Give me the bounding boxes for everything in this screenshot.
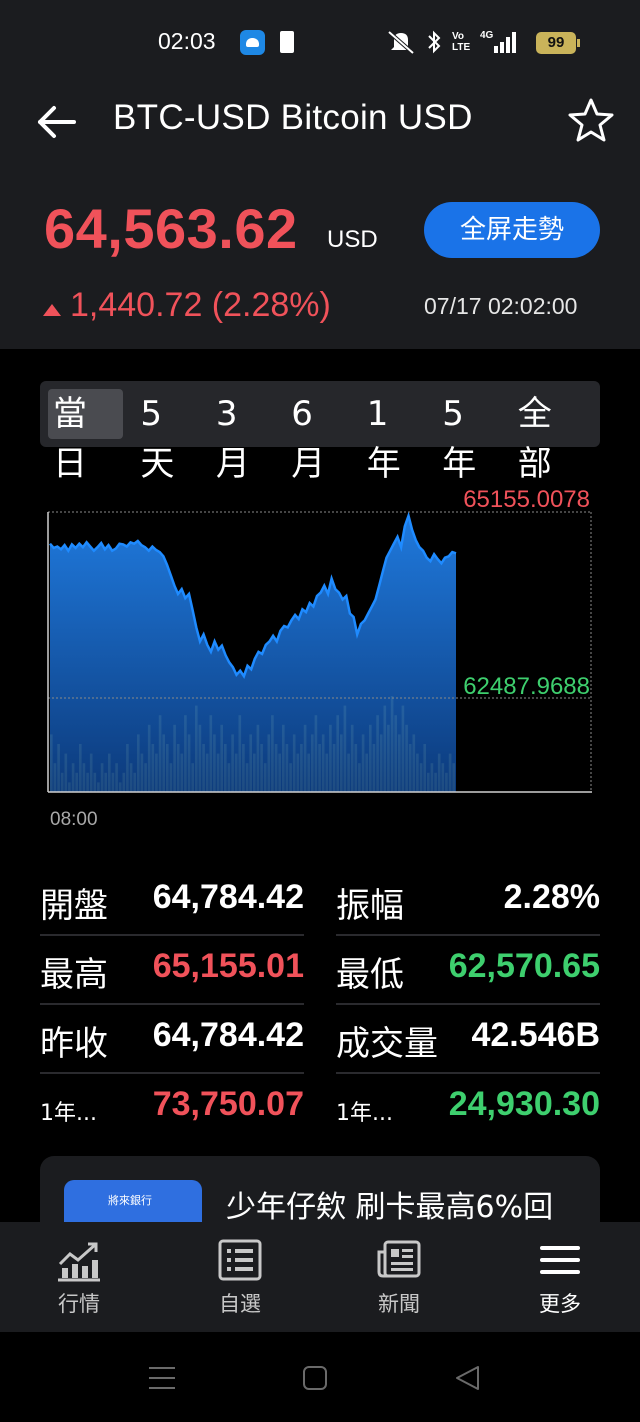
price-area xyxy=(50,515,456,792)
battery-icon: 99 xyxy=(536,32,580,54)
nav-label: 行情 xyxy=(58,1292,100,1316)
list-icon xyxy=(218,1239,262,1281)
nav-label: 新聞 xyxy=(378,1292,420,1316)
tab-3m[interactable]: 3月 xyxy=(211,389,274,484)
tab-6m[interactable]: 6月 xyxy=(286,389,349,484)
stat-label: 1年... xyxy=(336,1101,393,1126)
stat-label: 最低 xyxy=(336,955,404,995)
system-nav-bar xyxy=(0,1332,640,1422)
current-price: 64,563.62 xyxy=(44,197,298,260)
stat-value: 73,750.07 xyxy=(152,1085,304,1123)
ad-text: 少年仔欸 刷卡最高6%回 xyxy=(226,1190,554,1225)
x-tick-label: 08:00 xyxy=(50,809,98,830)
stat-label: 振幅 xyxy=(336,886,404,926)
stat-value: 62,570.65 xyxy=(448,947,600,985)
status-bar: 02:03 Vo LTE 4G 99 xyxy=(0,0,640,84)
nav-label: 自選 xyxy=(219,1292,261,1316)
stat-volume: 成交量 42.546B xyxy=(336,1004,600,1074)
stat-value: 64,784.42 xyxy=(152,878,304,916)
nav-label: 更多 xyxy=(539,1292,581,1316)
news-icon xyxy=(377,1240,421,1278)
bluetooth-icon xyxy=(428,30,441,54)
fullscreen-chart-button[interactable]: 全屏走勢 xyxy=(424,202,600,258)
period-tabs: 當日 5天 3月 6月 1年 5年 全部 xyxy=(40,381,600,484)
recent-apps-icon[interactable] xyxy=(148,1365,176,1391)
page-title: BTC-USD Bitcoin USD xyxy=(113,98,473,137)
svg-text:4G: 4G xyxy=(480,30,494,41)
price-chart[interactable]: 65155.0078 62487.9688 08:00 xyxy=(0,480,640,840)
nav-more[interactable]: 更多 xyxy=(510,1238,610,1328)
price-change: 1,440.72 (2.28%) xyxy=(70,286,331,324)
stat-label: 開盤 xyxy=(40,886,108,926)
nav-watchlist[interactable]: 自選 xyxy=(190,1238,290,1328)
mute-icon xyxy=(387,30,415,55)
up-triangle-icon xyxy=(43,304,61,316)
stat-open: 開盤 64,784.42 xyxy=(40,866,304,936)
stat-label: 成交量 xyxy=(336,1024,438,1064)
stat-year-low: 1年... 24,930.30 xyxy=(336,1073,600,1143)
stat-label: 昨收 xyxy=(40,1024,108,1064)
tab-all[interactable]: 全部 xyxy=(513,389,588,484)
currency-unit: USD xyxy=(327,226,378,253)
app-notification-icon xyxy=(240,30,265,55)
chart-low-label: 62487.9688 xyxy=(463,673,590,700)
stat-value: 64,784.42 xyxy=(152,1016,304,1054)
stat-value: 42.546B xyxy=(471,1016,600,1054)
back-arrow-icon[interactable] xyxy=(34,102,78,142)
chart-icon xyxy=(58,1242,100,1282)
stat-year-high: 1年... 73,750.07 xyxy=(40,1073,304,1143)
stat-value: 2.28% xyxy=(503,878,600,916)
nav-news[interactable]: 新聞 xyxy=(349,1238,449,1328)
status-time: 02:03 xyxy=(158,28,216,54)
stat-value: 65,155.01 xyxy=(152,947,304,985)
stat-label: 最高 xyxy=(40,955,108,995)
menu-icon xyxy=(540,1246,580,1274)
stat-amplitude: 振幅 2.28% xyxy=(336,866,600,936)
tab-5y[interactable]: 5年 xyxy=(437,389,500,484)
stat-prev-close: 昨收 64,784.42 xyxy=(40,1004,304,1074)
stat-low: 最低 62,570.65 xyxy=(336,935,600,1005)
stat-label: 1年... xyxy=(40,1101,97,1126)
nav-market[interactable]: 行情 xyxy=(29,1238,129,1328)
stat-value: 24,930.30 xyxy=(448,1085,600,1123)
status-icons: Vo LTE 4G xyxy=(386,28,520,56)
quote-datetime: 07/17 02:02:00 xyxy=(424,293,578,319)
favorite-star-icon[interactable] xyxy=(566,96,616,144)
ad-image-text: 將來銀行 xyxy=(108,1194,152,1207)
tab-intraday[interactable]: 當日 xyxy=(48,389,124,484)
back-nav-icon[interactable] xyxy=(454,1365,480,1391)
volte-icon: Vo LTE xyxy=(452,31,471,53)
chart-high-label: 65155.0078 xyxy=(463,486,590,513)
tab-1y[interactable]: 1年 xyxy=(362,389,425,484)
notification-icon xyxy=(280,31,294,53)
home-icon[interactable] xyxy=(302,1365,328,1391)
signal-icon: 4G xyxy=(480,30,516,53)
bottom-nav: 行情 自選 新聞 更多 xyxy=(0,1222,640,1332)
quote-header: BTC-USD Bitcoin USD 64,563.62 USD 全屏走勢 1… xyxy=(0,84,640,349)
stat-high: 最高 65,155.01 xyxy=(40,935,304,1005)
tab-5d[interactable]: 5天 xyxy=(135,389,198,484)
